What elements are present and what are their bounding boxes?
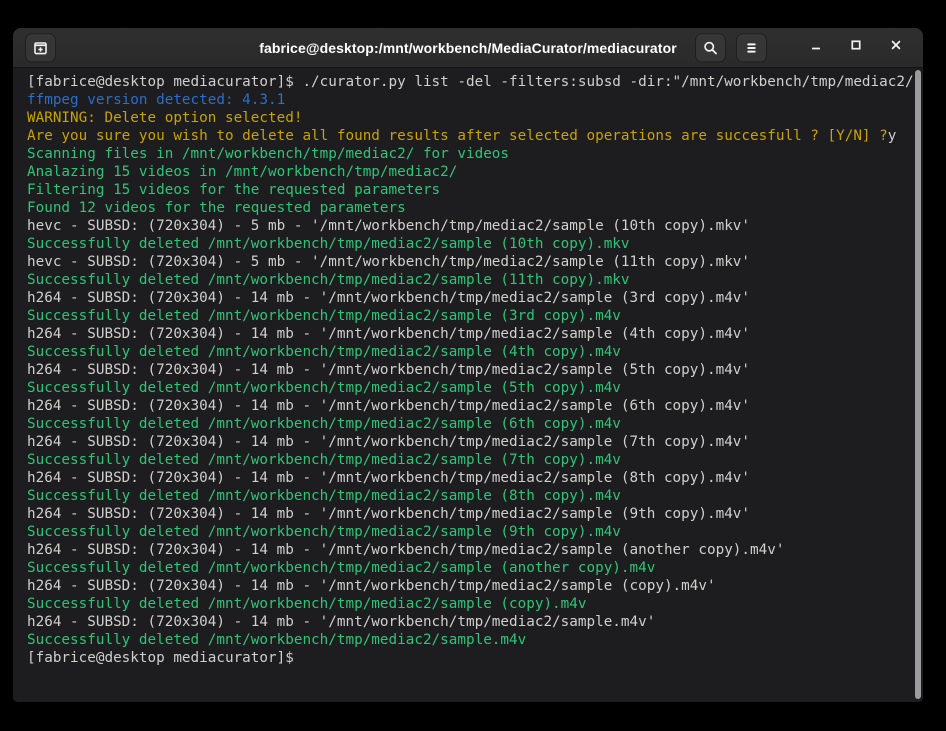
terminal-line: Successfully deleted /mnt/workbench/tmp/… (27, 343, 901, 361)
terminal-line: h264 - SUBSD: (720x304) - 14 mb - '/mnt/… (27, 577, 901, 595)
terminal-line: Found 12 videos for the requested parame… (27, 199, 901, 217)
search-icon (702, 39, 719, 56)
terminal-line: Analazing 15 videos in /mnt/workbench/tm… (27, 163, 901, 181)
terminal-line: h264 - SUBSD: (720x304) - 14 mb - '/mnt/… (27, 505, 901, 523)
titlebar[interactable]: fabrice@desktop:/mnt/workbench/MediaCura… (13, 28, 923, 68)
terminal-line: Successfully deleted /mnt/workbench/tmp/… (27, 631, 901, 649)
terminal-line: ffmpeg version detected: 4.3.1 (27, 91, 901, 109)
menu-button[interactable] (736, 33, 767, 62)
terminal-line: Scanning files in /mnt/workbench/tmp/med… (27, 145, 901, 163)
terminal-line: Successfully deleted /mnt/workbench/tmp/… (27, 271, 901, 289)
terminal-line: h264 - SUBSD: (720x304) - 14 mb - '/mnt/… (27, 469, 901, 487)
terminal-line: h264 - SUBSD: (720x304) - 14 mb - '/mnt/… (27, 289, 901, 307)
terminal-lines: [fabrice@desktop mediacurator]$ ./curato… (27, 73, 901, 667)
terminal-line: Successfully deleted /mnt/workbench/tmp/… (27, 451, 901, 469)
terminal-line: Filtering 15 videos for the requested pa… (27, 181, 901, 199)
close-icon (888, 37, 904, 58)
terminal-line: hevc - SUBSD: (720x304) - 5 mb - '/mnt/w… (27, 217, 901, 235)
terminal-line: h264 - SUBSD: (720x304) - 14 mb - '/mnt/… (27, 361, 901, 379)
terminal-line: Successfully deleted /mnt/workbench/tmp/… (27, 307, 901, 325)
terminal-line: h264 - SUBSD: (720x304) - 14 mb - '/mnt/… (27, 397, 901, 415)
close-button[interactable] (883, 35, 909, 61)
hamburger-menu-icon (743, 39, 760, 56)
terminal-output[interactable]: [fabrice@desktop mediacurator]$ ./curato… (13, 68, 923, 702)
terminal-line: Successfully deleted /mnt/workbench/tmp/… (27, 523, 901, 541)
maximize-icon (848, 37, 864, 58)
terminal-line: h264 - SUBSD: (720x304) - 14 mb - '/mnt/… (27, 325, 901, 343)
window-title: fabrice@desktop:/mnt/workbench/MediaCura… (259, 40, 677, 56)
terminal-line: Successfully deleted /mnt/workbench/tmp/… (27, 235, 901, 253)
terminal-line: h264 - SUBSD: (720x304) - 14 mb - '/mnt/… (27, 433, 901, 451)
new-tab-icon (32, 39, 49, 56)
minimize-icon (808, 37, 824, 58)
terminal-window: fabrice@desktop:/mnt/workbench/MediaCura… (13, 28, 923, 702)
maximize-button[interactable] (843, 35, 869, 61)
terminal-line: WARNING: Delete option selected! (27, 109, 901, 127)
terminal-line: [fabrice@desktop mediacurator]$ (27, 649, 901, 667)
terminal-line: hevc - SUBSD: (720x304) - 5 mb - '/mnt/w… (27, 253, 901, 271)
search-button[interactable] (695, 33, 726, 62)
terminal-line: Successfully deleted /mnt/workbench/tmp/… (27, 595, 901, 613)
terminal-line: [fabrice@desktop mediacurator]$ ./curato… (27, 73, 901, 91)
terminal-line: Are you sure you wish to delete all foun… (27, 127, 901, 145)
terminal-line: Successfully deleted /mnt/workbench/tmp/… (27, 487, 901, 505)
terminal-line: Successfully deleted /mnt/workbench/tmp/… (27, 415, 901, 433)
new-tab-button[interactable] (25, 33, 56, 62)
terminal-line: h264 - SUBSD: (720x304) - 14 mb - '/mnt/… (27, 541, 901, 559)
terminal-line: h264 - SUBSD: (720x304) - 14 mb - '/mnt/… (27, 613, 901, 631)
terminal-line: Successfully deleted /mnt/workbench/tmp/… (27, 379, 901, 397)
minimize-button[interactable] (803, 35, 829, 61)
scrollbar-thumb[interactable] (915, 70, 921, 699)
terminal-line: Successfully deleted /mnt/workbench/tmp/… (27, 559, 901, 577)
